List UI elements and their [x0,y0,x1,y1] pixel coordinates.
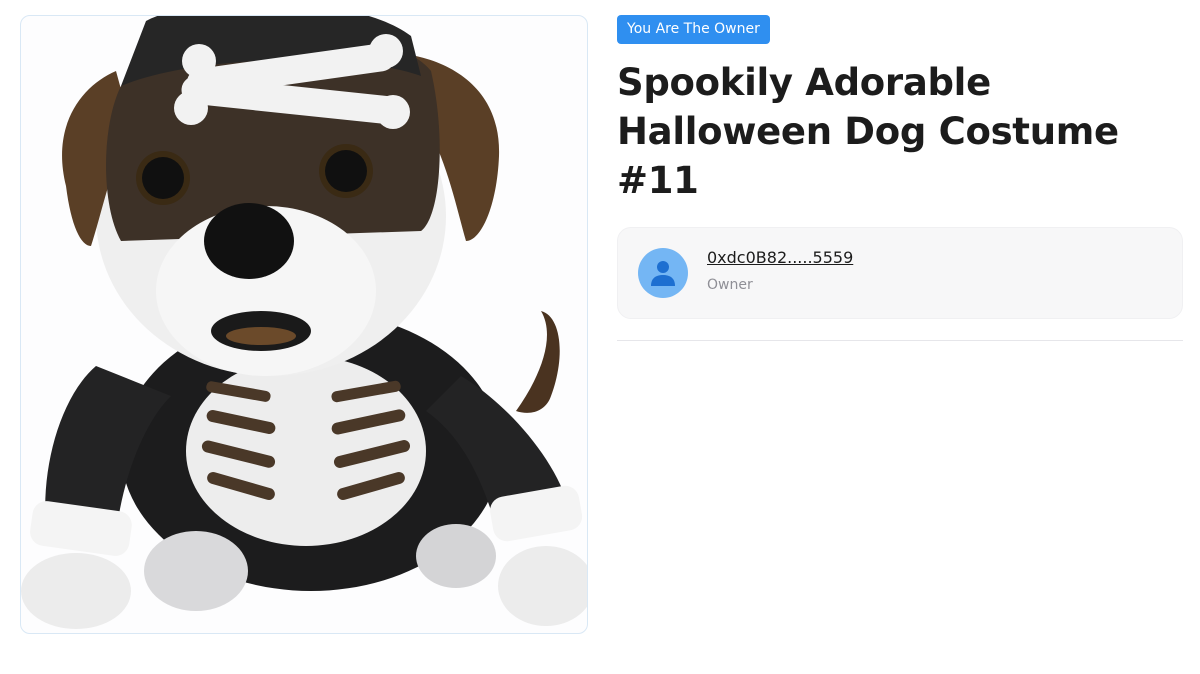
owner-avatar [638,248,688,298]
user-icon [651,261,675,286]
nft-details-panel: You Are The Owner Spookily Adorable Hall… [617,15,1183,341]
owner-card: 0xdc0B82.....5559 Owner [617,227,1183,319]
owner-status-badge: You Are The Owner [617,15,770,44]
owner-role-label: Owner [707,277,753,293]
owner-address-link[interactable]: 0xdc0B82.....5559 [707,248,853,267]
nft-title: Spookily Adorable Halloween Dog Costume … [617,61,1119,202]
nft-detail-page: You Are The Owner Spookily Adorable Hall… [0,0,1200,674]
section-divider [617,340,1183,341]
nft-image[interactable] [20,15,588,634]
dog-costume-illustration [21,16,587,629]
